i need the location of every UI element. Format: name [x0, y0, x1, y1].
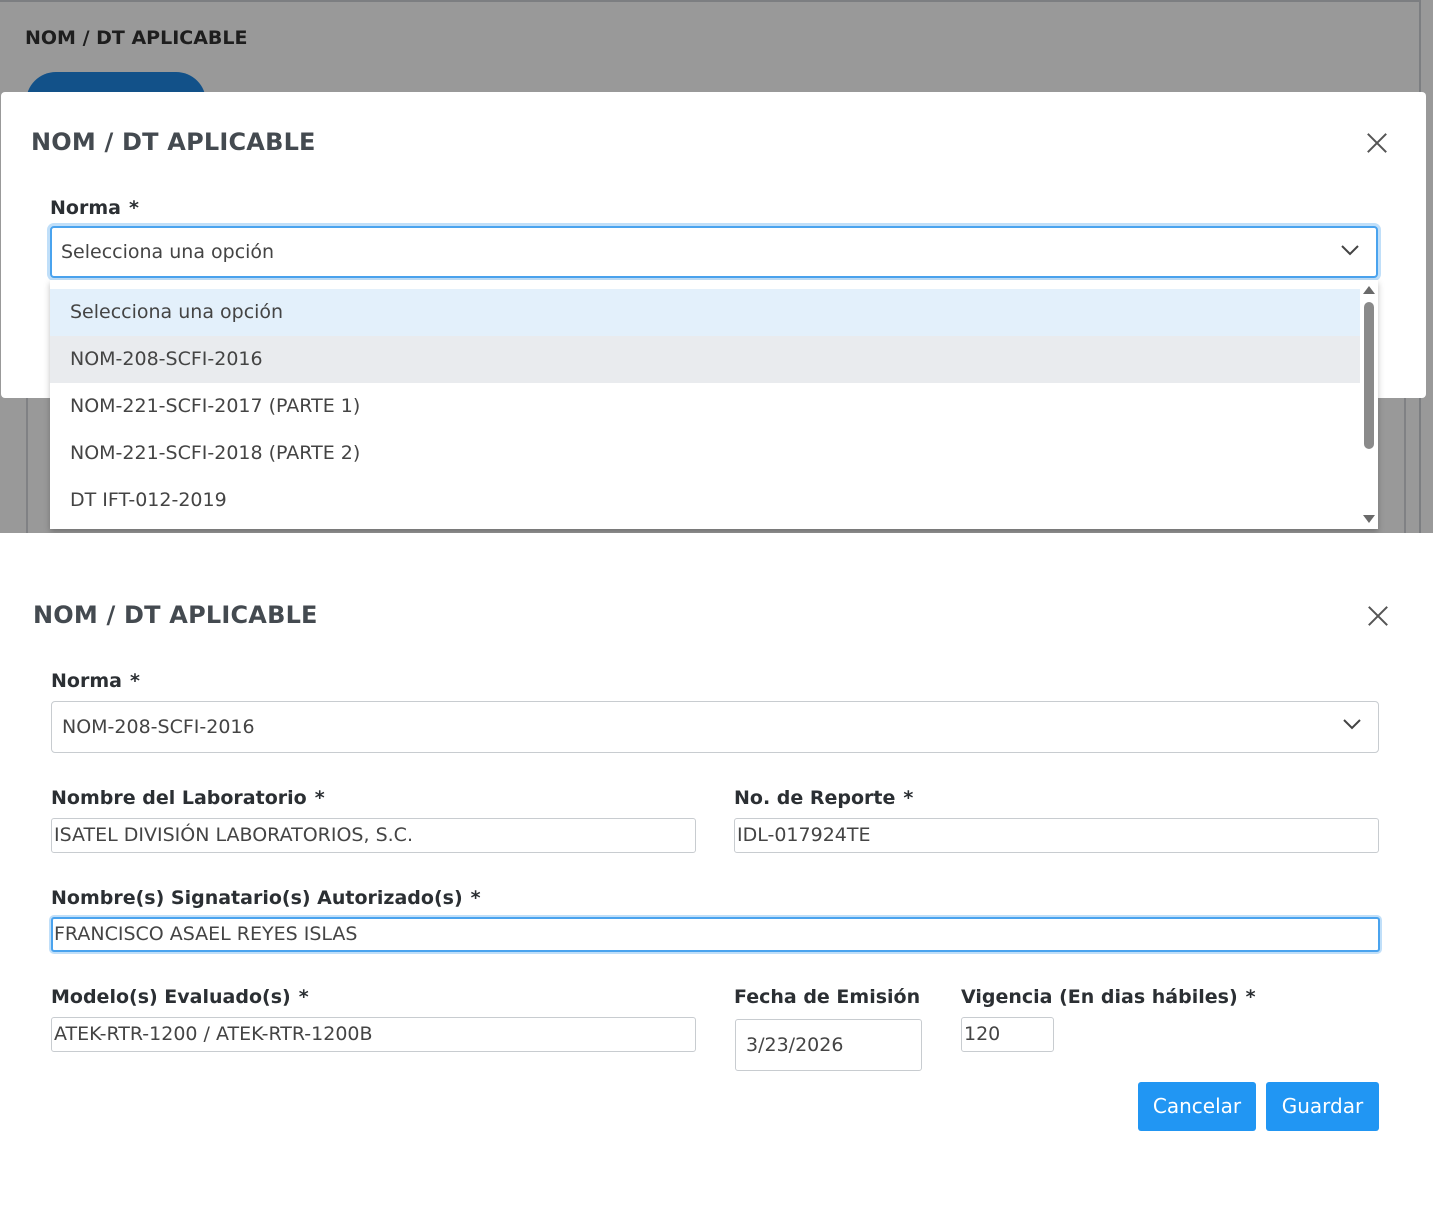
scrollbar-thumb[interactable] [1364, 302, 1374, 449]
reporte-label: No. de Reporte * [734, 787, 913, 809]
dropdown-open-screen: NOM / DT APLICABLE NOM / DT APLICABLE No… [0, 0, 1433, 533]
filled-form-screen: NOM / DT APLICABLE Norma * NOM-208-SCFI-2… [0, 533, 1433, 1206]
norma-label: Norma * [51, 670, 140, 692]
norma-select[interactable]: Selecciona una opción [50, 226, 1378, 278]
chevron-down-icon [1343, 719, 1361, 730]
dropdown-option[interactable]: NOM-221-SCFI-2018 (PARTE 2) [50, 430, 1360, 477]
required-mark: * [128, 197, 139, 219]
vigencia-input[interactable]: 120 [961, 1017, 1054, 1052]
scroll-down-arrow-icon[interactable] [1363, 515, 1375, 523]
scroll-up-arrow-icon[interactable] [1363, 286, 1375, 294]
reporte-label-text: No. de Reporte [734, 787, 896, 809]
fecha-label: Fecha de Emisión [734, 986, 920, 1008]
laboratorio-input[interactable]: ISATEL DIVISIÓN LABORATORIOS, S.C. [51, 818, 696, 853]
laboratorio-label-text: Nombre del Laboratorio [51, 787, 307, 809]
required-mark: * [129, 670, 140, 692]
modal-title: NOM / DT APLICABLE [33, 601, 318, 629]
norma-label-text: Norma [51, 670, 122, 692]
fecha-input[interactable]: 3/23/2026 [735, 1019, 922, 1071]
dropdown-option[interactable]: DT IFT-012-2019 [50, 477, 1360, 524]
signatarios-label: Nombre(s) Signatario(s) Autorizado(s) * [51, 887, 481, 909]
vigencia-label: Vigencia (En dias hábiles) * [961, 986, 1256, 1008]
signatarios-input[interactable]: FRANCISCO ASAEL REYES ISLAS [51, 917, 1380, 952]
required-mark: * [903, 787, 914, 809]
required-mark: * [314, 787, 325, 809]
signatarios-label-text: Nombre(s) Signatario(s) Autorizado(s) [51, 887, 463, 909]
modelos-label: Modelo(s) Evaluado(s) * [51, 986, 309, 1008]
save-button[interactable]: Guardar [1266, 1082, 1379, 1131]
reporte-input[interactable]: IDL-017924TE [734, 818, 1379, 853]
norma-select-value: Selecciona una opción [61, 241, 275, 263]
norma-label: Norma * [50, 197, 139, 219]
dropdown-option[interactable]: NOM-208-SCFI-2016 [50, 336, 1360, 383]
modelos-label-text: Modelo(s) Evaluado(s) [51, 986, 291, 1008]
modal-title: NOM / DT APLICABLE [31, 128, 316, 156]
dropdown-option[interactable]: NOM-221-SCFI-2017 (PARTE 1) [50, 383, 1360, 430]
cancel-button[interactable]: Cancelar [1138, 1082, 1256, 1131]
chevron-down-icon [1341, 245, 1359, 256]
required-mark: * [298, 986, 309, 1008]
dropdown-option[interactable]: Selecciona una opción [50, 289, 1360, 336]
close-icon[interactable] [1367, 605, 1389, 627]
required-mark: * [470, 887, 481, 909]
fecha-label-text: Fecha de Emisión [734, 986, 921, 1008]
norma-select-value: NOM-208-SCFI-2016 [62, 716, 255, 738]
dropdown-scrollbar[interactable] [1360, 280, 1378, 529]
norma-select[interactable]: NOM-208-SCFI-2016 [51, 701, 1379, 753]
laboratorio-label: Nombre del Laboratorio * [51, 787, 325, 809]
vigencia-label-text: Vigencia (En dias hábiles) [961, 986, 1238, 1008]
close-icon[interactable] [1366, 132, 1388, 154]
modelos-input[interactable]: ATEK-RTR-1200 / ATEK-RTR-1200B [51, 1017, 696, 1052]
norma-label-text: Norma [50, 197, 121, 219]
required-mark: * [1245, 986, 1256, 1008]
norma-dropdown-list: Selecciona una opción NOM-208-SCFI-2016 … [50, 280, 1378, 529]
